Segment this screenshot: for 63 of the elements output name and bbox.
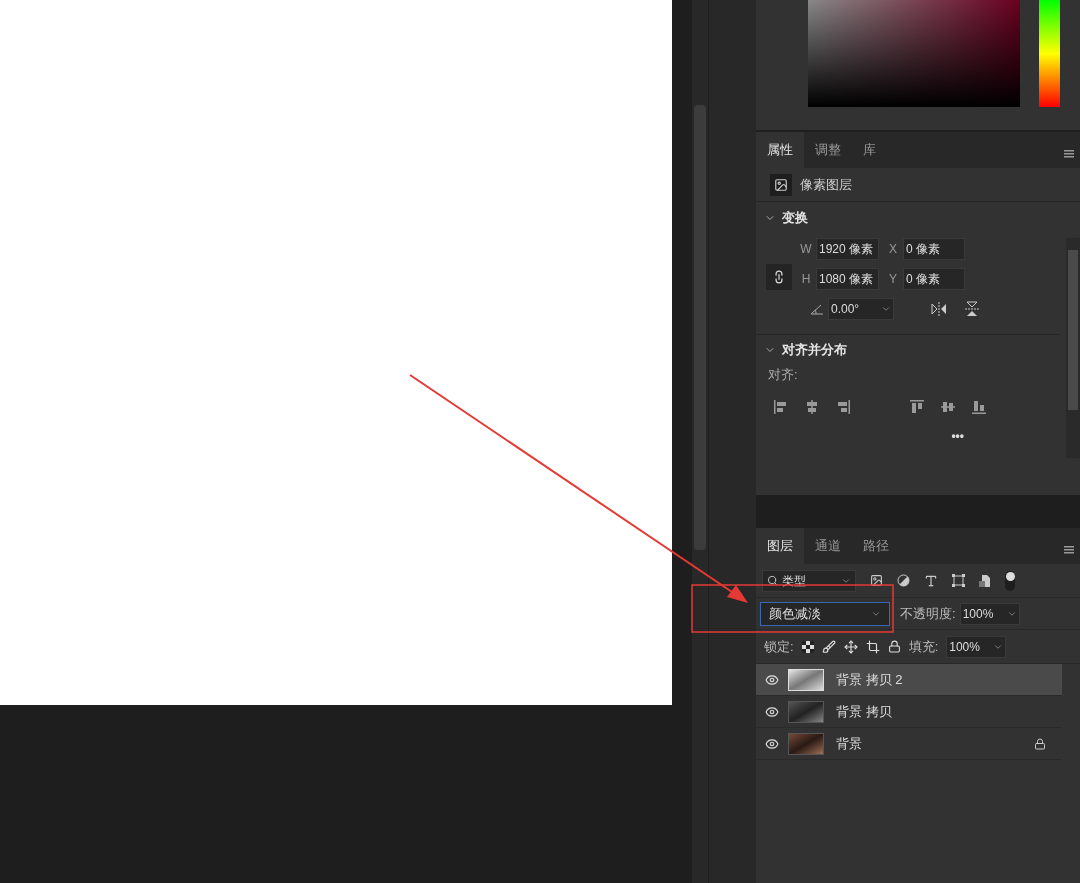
- blend-mode-dropdown[interactable]: 颜色减淡: [760, 601, 890, 626]
- link-icon[interactable]: [766, 264, 792, 290]
- adjustment-filter-icon[interactable]: [897, 574, 910, 587]
- angle-dropdown[interactable]: 0.00°: [828, 298, 894, 320]
- layer-type-label: 像素图层: [800, 175, 852, 194]
- field-label: X: [888, 241, 898, 258]
- panel-tab[interactable]: 图层: [756, 528, 804, 564]
- align-icon[interactable]: [971, 398, 987, 415]
- filter-toggle[interactable]: [1005, 570, 1015, 591]
- align-label: 对齐:: [768, 366, 799, 384]
- lock-transparency-icon[interactable]: [801, 640, 814, 653]
- caret-icon: [881, 304, 891, 314]
- fill-field[interactable]: 100%: [946, 635, 1007, 658]
- color-field[interactable]: [808, 0, 1020, 107]
- panel-menu-icon[interactable]: [1064, 150, 1074, 158]
- panel-tab[interactable]: 路径: [852, 528, 900, 564]
- section-title: 变换: [782, 209, 808, 228]
- panel-tab[interactable]: 调整: [804, 132, 852, 168]
- layer-name: 背景 拷贝: [836, 702, 893, 721]
- smart-object-filter-icon[interactable]: [979, 573, 991, 588]
- layer-name: 背景: [836, 734, 863, 753]
- lock-icon[interactable]: [887, 640, 901, 653]
- layer-thumbnail: [788, 732, 824, 755]
- layer-row[interactable]: 背景 拷贝 2: [756, 664, 1062, 696]
- input-field[interactable]: 1920 像素: [816, 238, 879, 260]
- section-title: 对齐并分布: [782, 341, 847, 360]
- scrollbar-thumb[interactable]: [1068, 250, 1078, 410]
- align-icon[interactable]: [804, 398, 820, 415]
- type-filter-icon[interactable]: [924, 573, 938, 588]
- angle-icon: [810, 303, 824, 315]
- field-label: Y: [888, 271, 898, 288]
- flip-vertical-icon[interactable]: [964, 300, 980, 318]
- shape-filter-icon[interactable]: [952, 574, 965, 587]
- layer-thumbnail: [788, 700, 824, 723]
- layer-name: 背景 拷贝 2: [836, 670, 904, 689]
- search-icon: [767, 575, 778, 586]
- lock-label: 锁定:: [764, 637, 794, 656]
- input-field[interactable]: 1080 像素: [816, 268, 879, 290]
- opacity-field[interactable]: 100%: [959, 602, 1020, 625]
- panel-tab[interactable]: 库: [852, 132, 887, 168]
- align-icon[interactable]: [773, 398, 789, 415]
- panel-menu-icon[interactable]: [1064, 546, 1074, 554]
- input-field[interactable]: 0 像素: [903, 238, 965, 260]
- filter-dropdown[interactable]: 类型: [762, 569, 856, 592]
- crop-icon[interactable]: [865, 639, 880, 654]
- move-icon[interactable]: [843, 639, 858, 654]
- align-icon[interactable]: [835, 398, 851, 415]
- align-icon[interactable]: [909, 398, 925, 415]
- layer-row[interactable]: 背景: [756, 728, 1062, 760]
- layer-thumbnail: [788, 668, 824, 691]
- flip-horizontal-icon[interactable]: [930, 301, 948, 317]
- fill-label: 填充:: [908, 637, 939, 656]
- panel-tab[interactable]: 通道: [804, 528, 852, 564]
- input-field[interactable]: 0 像素: [903, 268, 965, 290]
- field-label: H: [800, 271, 812, 288]
- opacity-label: 不透明度:: [900, 604, 956, 623]
- image-filter-icon[interactable]: [870, 574, 883, 587]
- layer-row[interactable]: 背景 拷贝: [756, 696, 1062, 728]
- panel-tab[interactable]: 属性: [756, 132, 804, 168]
- more-button[interactable]: •••: [951, 426, 964, 445]
- image-icon: [770, 173, 792, 196]
- brush-icon[interactable]: [821, 639, 836, 654]
- field-label: W: [800, 241, 812, 258]
